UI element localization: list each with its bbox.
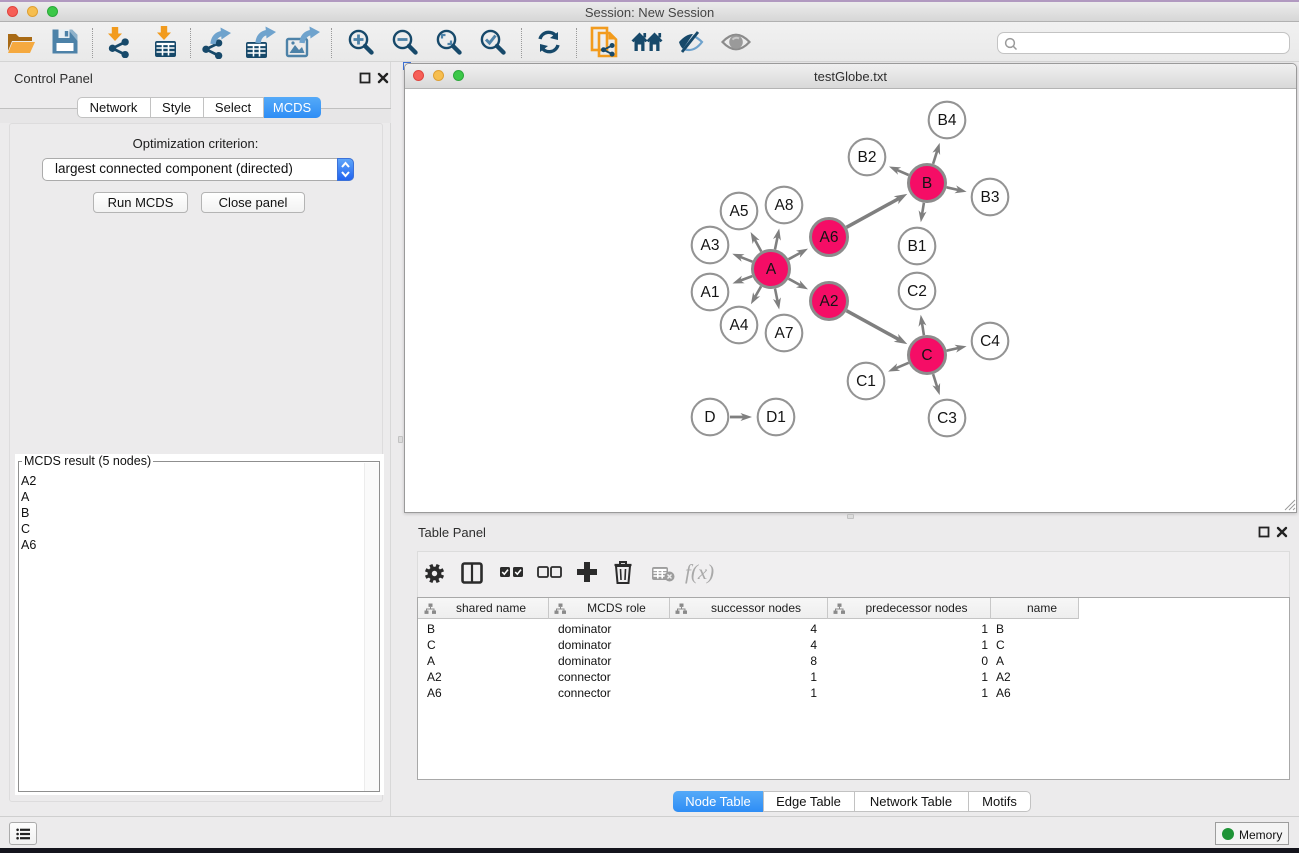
svg-text:A5: A5 [730, 203, 749, 220]
svg-text:A1: A1 [701, 284, 720, 301]
svg-text:A6: A6 [820, 229, 839, 246]
svg-text:A: A [766, 261, 777, 278]
svg-text:D: D [704, 409, 715, 426]
svg-text:D1: D1 [766, 409, 786, 426]
svg-text:C4: C4 [980, 333, 1000, 350]
svg-text:A8: A8 [775, 197, 794, 214]
svg-text:A2: A2 [820, 293, 839, 310]
svg-text:C: C [921, 347, 932, 364]
svg-text:B1: B1 [908, 238, 927, 255]
svg-text:C3: C3 [937, 410, 957, 427]
svg-text:C1: C1 [856, 373, 876, 390]
svg-text:B: B [922, 175, 932, 192]
svg-text:A3: A3 [701, 237, 720, 254]
svg-text:A4: A4 [730, 317, 749, 334]
svg-text:B3: B3 [981, 189, 1000, 206]
svg-text:C2: C2 [907, 283, 927, 300]
svg-text:B2: B2 [858, 149, 877, 166]
svg-text:A7: A7 [775, 325, 794, 342]
svg-text:B4: B4 [938, 112, 957, 129]
